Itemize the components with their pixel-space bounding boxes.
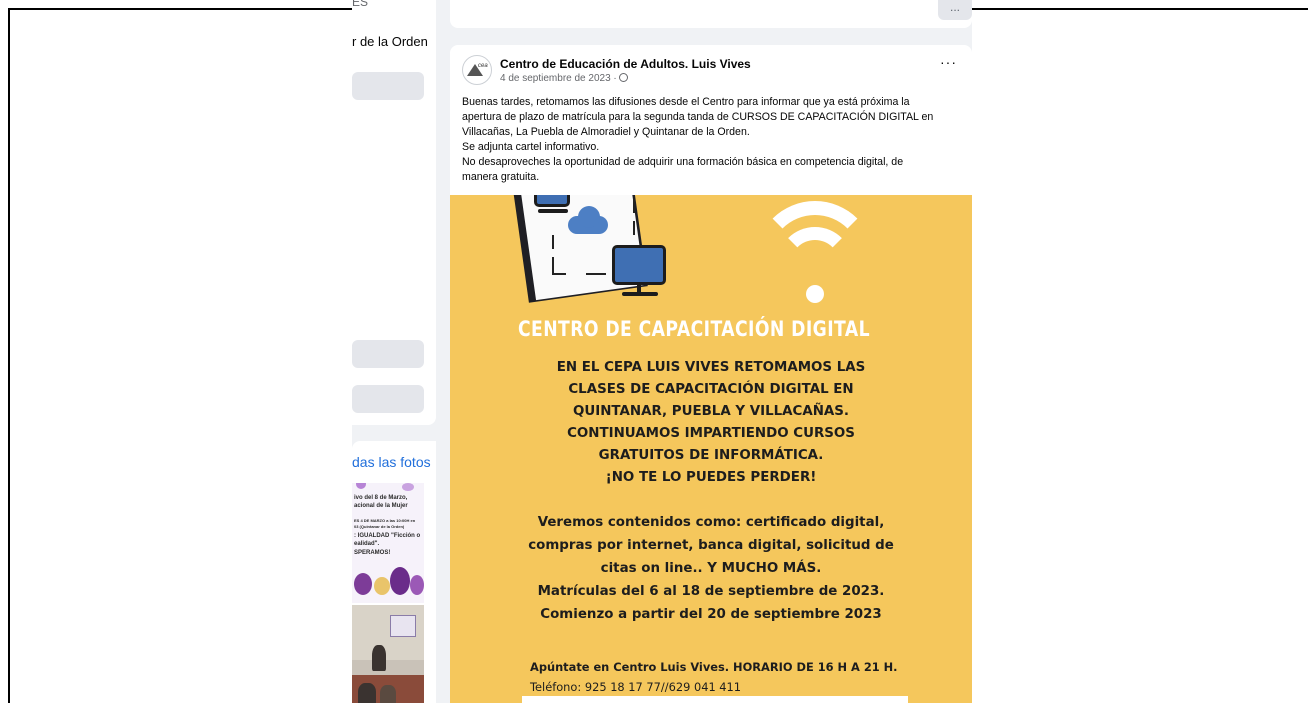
intro-card: ES r de la Orden — [352, 0, 436, 425]
intro-button[interactable] — [352, 340, 424, 368]
intro-card-header: ES — [352, 0, 369, 9]
post-text-line: apertura de plazo de matrícula para la s… — [462, 111, 934, 123]
poster-line: ¡NO TE LO PUEDES PERDER! — [605, 470, 817, 485]
poster-line: Comienzo a partir del 20 de septiembre 2… — [540, 607, 882, 622]
decor-line — [552, 257, 554, 273]
poster-announcement: EN EL CEPA LUIS VIVES RETOMAMOS LAS CLAS… — [450, 357, 972, 489]
thumb-text: ealidad". — [354, 541, 380, 547]
poster-line: Matrículas del 6 al 18 de septiembre de … — [537, 584, 885, 599]
poster-line: QUINTANAR, PUEBLA Y VILLACAÑAS. — [572, 404, 849, 419]
thumb-text: SPERAMOS! — [354, 550, 391, 556]
photo-thumbnail[interactable]: ivo del 8 de Marzo, acional de la Mujer … — [352, 483, 424, 603]
poster-line: EN EL CEPA LUIS VIVES RETOMAMOS LAS — [556, 360, 866, 375]
post-text-line: Buenas tardes, retomamos las difusiones … — [462, 96, 910, 108]
decor-line — [552, 235, 554, 249]
poster-details: Veremos contenidos como: certificado dig… — [450, 511, 972, 626]
photo-thumbnail[interactable] — [352, 605, 424, 703]
intro-button[interactable] — [352, 385, 424, 413]
post-body: Buenas tardes, retomamos las difusiones … — [462, 95, 972, 185]
previous-post-footer — [450, 0, 972, 28]
wifi-icon — [755, 201, 875, 303]
facebook-screenshot: ES r de la Orden das las fotos ivo del 8… — [352, 0, 972, 703]
poster-footer-box — [522, 696, 908, 703]
decor-line — [633, 199, 635, 213]
photos-card: das las fotos ivo del 8 de Marzo, aciona… — [352, 441, 436, 703]
intro-location-text: r de la Orden — [352, 34, 428, 49]
poster-title: CENTRO DE CAPACITACIÓN DIGITAL — [518, 317, 870, 341]
cloud-icon — [566, 204, 610, 234]
see-all-photos-link[interactable]: das las fotos — [352, 454, 431, 470]
poster-line: compras por internet, banca digital, sol… — [528, 538, 894, 553]
poster-phone: Teléfono: 925 18 17 77//629 041 411 — [530, 680, 742, 694]
post-author-name[interactable]: Centro de Educación de Adultos. Luis Viv… — [500, 57, 751, 71]
post-text-line: No desaproveches la oportunidad de adqui… — [462, 156, 904, 168]
post-timestamp[interactable]: 4 de septiembre de 2023 · — [500, 73, 628, 84]
poster-line: Veremos contenidos como: certificado dig… — [537, 515, 885, 530]
monitor-icon — [534, 195, 570, 207]
decor-line — [552, 273, 566, 275]
previous-post-more-button[interactable]: ... — [938, 0, 972, 20]
page-avatar[interactable]: cea — [462, 55, 492, 85]
feed-post: cea Centro de Educación de Adultos. Luis… — [450, 45, 972, 703]
post-text-line: Villacañas, La Puebla de Almoradiel y Qu… — [462, 126, 750, 138]
poster-line: GRATUITOS DE INFORMÁTICA. — [598, 448, 824, 463]
avatar-text: cea — [478, 63, 488, 69]
thumb-text: ivo del 8 de Marzo, — [354, 495, 408, 501]
poster-contact: Apúntate en Centro Luis Vives. HORARIO D… — [530, 657, 898, 697]
thumb-text: : IGUALDAD "Ficción o — [354, 533, 421, 539]
thumb-text: acional de la Mujer — [354, 503, 408, 509]
post-text-line: Se adjunta cartel informativo. — [462, 141, 600, 153]
monitor-icon — [612, 245, 666, 285]
post-image-poster[interactable]: CENTRO DE CAPACITACIÓN DIGITAL EN EL CEP… — [450, 195, 972, 703]
decor-line — [586, 273, 606, 275]
post-date-text: 4 de septiembre de 2023 · — [500, 73, 617, 84]
poster-line: CONTINUAMOS IMPARTIENDO CURSOS — [567, 426, 855, 441]
thumb-text: 03 (Quintanar de la Orden) — [354, 524, 405, 529]
globe-icon — [618, 73, 628, 82]
decor-line — [633, 221, 635, 235]
intro-button[interactable] — [352, 72, 424, 100]
poster-schedule: Apúntate en Centro Luis Vives. HORARIO D… — [530, 660, 898, 674]
post-options-button[interactable]: ··· — [940, 55, 957, 69]
monitor-base — [622, 292, 658, 296]
poster-line: CLASES DE CAPACITACIÓN DIGITAL EN — [568, 382, 854, 397]
poster-line: citas on line.. Y MUCHO MÁS. — [600, 561, 822, 576]
monitor-base — [538, 209, 568, 213]
frame-border-left — [8, 8, 10, 703]
post-text-line: manera gratuita. — [462, 171, 540, 183]
